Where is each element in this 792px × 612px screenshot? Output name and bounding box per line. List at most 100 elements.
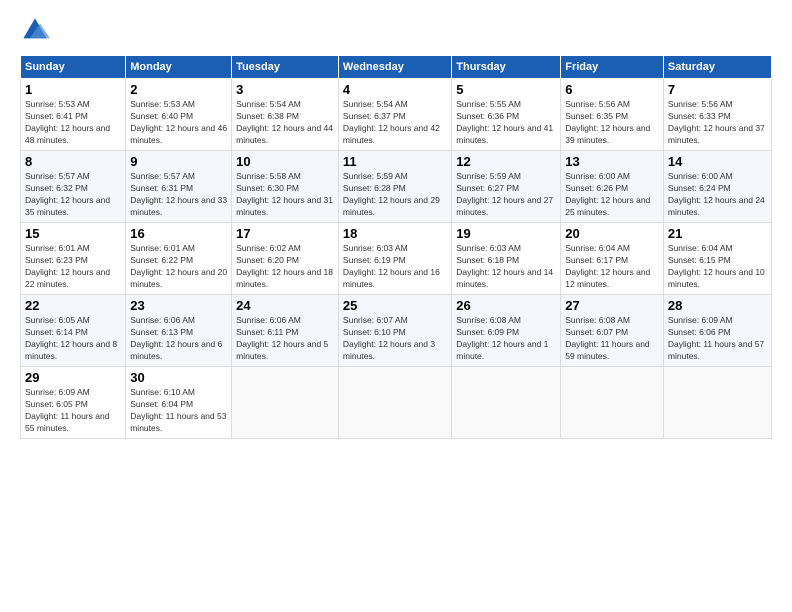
calendar-cell: 5 Sunrise: 5:55 AMSunset: 6:36 PMDayligh… <box>452 79 561 151</box>
calendar-cell <box>663 367 771 439</box>
week-row-2: 8 Sunrise: 5:57 AMSunset: 6:32 PMDayligh… <box>21 151 772 223</box>
cell-info: Sunrise: 5:54 AMSunset: 6:38 PMDaylight:… <box>236 99 334 147</box>
calendar-cell: 18 Sunrise: 6:03 AMSunset: 6:19 PMDaylig… <box>338 223 451 295</box>
page: SundayMondayTuesdayWednesdayThursdayFrid… <box>0 0 792 612</box>
calendar-cell: 15 Sunrise: 6:01 AMSunset: 6:23 PMDaylig… <box>21 223 126 295</box>
day-number: 23 <box>130 298 227 313</box>
cell-info: Sunrise: 5:59 AMSunset: 6:27 PMDaylight:… <box>456 171 556 219</box>
day-number: 7 <box>668 82 767 97</box>
day-number: 3 <box>236 82 334 97</box>
cell-info: Sunrise: 5:55 AMSunset: 6:36 PMDaylight:… <box>456 99 556 147</box>
day-number: 5 <box>456 82 556 97</box>
cell-info: Sunrise: 6:06 AMSunset: 6:13 PMDaylight:… <box>130 315 227 363</box>
logo-icon <box>20 15 50 45</box>
calendar-cell: 27 Sunrise: 6:08 AMSunset: 6:07 PMDaylig… <box>561 295 664 367</box>
day-number: 10 <box>236 154 334 169</box>
calendar-cell: 13 Sunrise: 6:00 AMSunset: 6:26 PMDaylig… <box>561 151 664 223</box>
calendar-cell: 14 Sunrise: 6:00 AMSunset: 6:24 PMDaylig… <box>663 151 771 223</box>
calendar-cell: 17 Sunrise: 6:02 AMSunset: 6:20 PMDaylig… <box>232 223 339 295</box>
day-number: 11 <box>343 154 447 169</box>
calendar-cell: 28 Sunrise: 6:09 AMSunset: 6:06 PMDaylig… <box>663 295 771 367</box>
week-row-4: 22 Sunrise: 6:05 AMSunset: 6:14 PMDaylig… <box>21 295 772 367</box>
col-header-friday: Friday <box>561 56 664 79</box>
header <box>20 15 772 45</box>
day-number: 12 <box>456 154 556 169</box>
calendar-cell: 1 Sunrise: 5:53 AMSunset: 6:41 PMDayligh… <box>21 79 126 151</box>
day-number: 27 <box>565 298 659 313</box>
cell-info: Sunrise: 6:01 AMSunset: 6:22 PMDaylight:… <box>130 243 227 291</box>
day-number: 1 <box>25 82 121 97</box>
calendar-cell: 8 Sunrise: 5:57 AMSunset: 6:32 PMDayligh… <box>21 151 126 223</box>
day-number: 30 <box>130 370 227 385</box>
cell-info: Sunrise: 6:03 AMSunset: 6:19 PMDaylight:… <box>343 243 447 291</box>
day-number: 19 <box>456 226 556 241</box>
calendar-cell: 12 Sunrise: 5:59 AMSunset: 6:27 PMDaylig… <box>452 151 561 223</box>
calendar-table: SundayMondayTuesdayWednesdayThursdayFrid… <box>20 55 772 439</box>
calendar-cell: 26 Sunrise: 6:08 AMSunset: 6:09 PMDaylig… <box>452 295 561 367</box>
col-header-wednesday: Wednesday <box>338 56 451 79</box>
day-number: 21 <box>668 226 767 241</box>
cell-info: Sunrise: 6:09 AMSunset: 6:06 PMDaylight:… <box>668 315 767 363</box>
calendar-cell: 21 Sunrise: 6:04 AMSunset: 6:15 PMDaylig… <box>663 223 771 295</box>
day-number: 13 <box>565 154 659 169</box>
cell-info: Sunrise: 6:10 AMSunset: 6:04 PMDaylight:… <box>130 387 227 435</box>
week-row-3: 15 Sunrise: 6:01 AMSunset: 6:23 PMDaylig… <box>21 223 772 295</box>
day-number: 26 <box>456 298 556 313</box>
calendar-cell: 16 Sunrise: 6:01 AMSunset: 6:22 PMDaylig… <box>126 223 232 295</box>
day-number: 29 <box>25 370 121 385</box>
day-number: 2 <box>130 82 227 97</box>
day-number: 17 <box>236 226 334 241</box>
cell-info: Sunrise: 6:04 AMSunset: 6:15 PMDaylight:… <box>668 243 767 291</box>
cell-info: Sunrise: 6:01 AMSunset: 6:23 PMDaylight:… <box>25 243 121 291</box>
cell-info: Sunrise: 5:53 AMSunset: 6:40 PMDaylight:… <box>130 99 227 147</box>
cell-info: Sunrise: 5:57 AMSunset: 6:32 PMDaylight:… <box>25 171 121 219</box>
day-number: 15 <box>25 226 121 241</box>
cell-info: Sunrise: 6:00 AMSunset: 6:26 PMDaylight:… <box>565 171 659 219</box>
calendar-cell: 10 Sunrise: 5:58 AMSunset: 6:30 PMDaylig… <box>232 151 339 223</box>
cell-info: Sunrise: 6:06 AMSunset: 6:11 PMDaylight:… <box>236 315 334 363</box>
cell-info: Sunrise: 6:08 AMSunset: 6:09 PMDaylight:… <box>456 315 556 363</box>
cell-info: Sunrise: 5:53 AMSunset: 6:41 PMDaylight:… <box>25 99 121 147</box>
cell-info: Sunrise: 6:02 AMSunset: 6:20 PMDaylight:… <box>236 243 334 291</box>
calendar-cell: 7 Sunrise: 5:56 AMSunset: 6:33 PMDayligh… <box>663 79 771 151</box>
day-number: 6 <box>565 82 659 97</box>
calendar-cell: 11 Sunrise: 5:59 AMSunset: 6:28 PMDaylig… <box>338 151 451 223</box>
calendar-cell <box>338 367 451 439</box>
day-number: 24 <box>236 298 334 313</box>
day-number: 25 <box>343 298 447 313</box>
calendar-cell: 9 Sunrise: 5:57 AMSunset: 6:31 PMDayligh… <box>126 151 232 223</box>
calendar-cell <box>232 367 339 439</box>
col-header-thursday: Thursday <box>452 56 561 79</box>
calendar-cell: 25 Sunrise: 6:07 AMSunset: 6:10 PMDaylig… <box>338 295 451 367</box>
calendar-cell: 23 Sunrise: 6:06 AMSunset: 6:13 PMDaylig… <box>126 295 232 367</box>
calendar-cell: 29 Sunrise: 6:09 AMSunset: 6:05 PMDaylig… <box>21 367 126 439</box>
cell-info: Sunrise: 6:07 AMSunset: 6:10 PMDaylight:… <box>343 315 447 363</box>
calendar-cell: 24 Sunrise: 6:06 AMSunset: 6:11 PMDaylig… <box>232 295 339 367</box>
day-number: 9 <box>130 154 227 169</box>
cell-info: Sunrise: 5:56 AMSunset: 6:35 PMDaylight:… <box>565 99 659 147</box>
calendar-cell: 30 Sunrise: 6:10 AMSunset: 6:04 PMDaylig… <box>126 367 232 439</box>
calendar-cell: 4 Sunrise: 5:54 AMSunset: 6:37 PMDayligh… <box>338 79 451 151</box>
calendar-cell: 2 Sunrise: 5:53 AMSunset: 6:40 PMDayligh… <box>126 79 232 151</box>
day-number: 20 <box>565 226 659 241</box>
day-number: 8 <box>25 154 121 169</box>
cell-info: Sunrise: 6:03 AMSunset: 6:18 PMDaylight:… <box>456 243 556 291</box>
cell-info: Sunrise: 5:54 AMSunset: 6:37 PMDaylight:… <box>343 99 447 147</box>
calendar-cell: 19 Sunrise: 6:03 AMSunset: 6:18 PMDaylig… <box>452 223 561 295</box>
day-number: 28 <box>668 298 767 313</box>
logo <box>20 15 52 45</box>
cell-info: Sunrise: 5:57 AMSunset: 6:31 PMDaylight:… <box>130 171 227 219</box>
day-number: 4 <box>343 82 447 97</box>
cell-info: Sunrise: 6:05 AMSunset: 6:14 PMDaylight:… <box>25 315 121 363</box>
col-header-saturday: Saturday <box>663 56 771 79</box>
week-row-1: 1 Sunrise: 5:53 AMSunset: 6:41 PMDayligh… <box>21 79 772 151</box>
cell-info: Sunrise: 5:59 AMSunset: 6:28 PMDaylight:… <box>343 171 447 219</box>
day-number: 22 <box>25 298 121 313</box>
calendar-cell: 3 Sunrise: 5:54 AMSunset: 6:38 PMDayligh… <box>232 79 339 151</box>
col-header-tuesday: Tuesday <box>232 56 339 79</box>
calendar-cell: 22 Sunrise: 6:05 AMSunset: 6:14 PMDaylig… <box>21 295 126 367</box>
col-header-monday: Monday <box>126 56 232 79</box>
day-number: 14 <box>668 154 767 169</box>
cell-info: Sunrise: 6:04 AMSunset: 6:17 PMDaylight:… <box>565 243 659 291</box>
calendar-header-row: SundayMondayTuesdayWednesdayThursdayFrid… <box>21 56 772 79</box>
